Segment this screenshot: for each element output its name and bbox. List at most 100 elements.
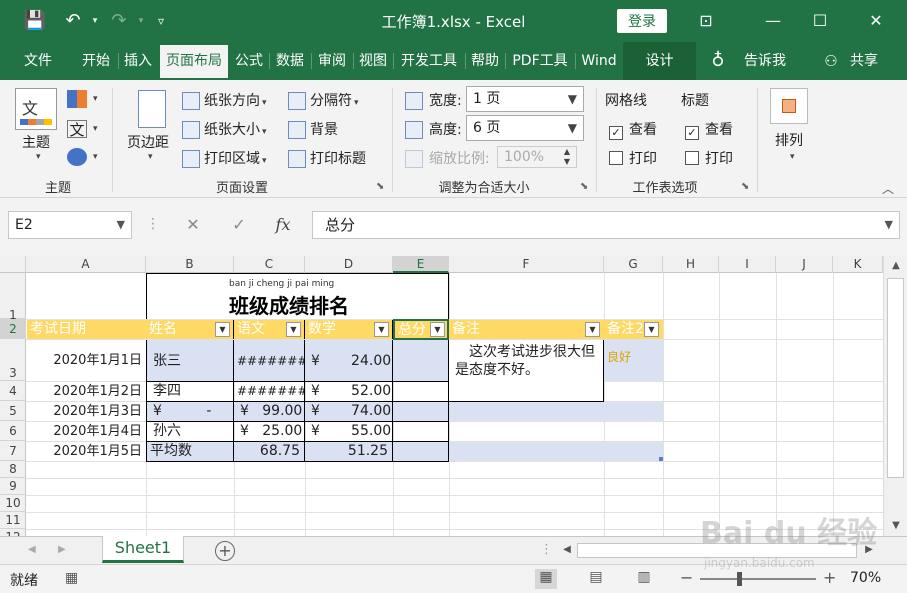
cell-g3[interactable]: 良好	[604, 340, 663, 381]
column-header-d[interactable]: D	[305, 256, 393, 273]
width-select[interactable]: 1 页 ▼	[466, 86, 584, 112]
vertical-scrollbar[interactable]: ▲ ▼	[883, 256, 907, 536]
cell-d3[interactable]: ¥ 24.00	[305, 340, 393, 382]
print-titles-button[interactable]: 打印标题	[288, 148, 366, 168]
tab-wind[interactable]: Wind	[576, 42, 622, 80]
table-resize-handle[interactable]	[659, 457, 663, 461]
column-header-g[interactable]: G	[604, 256, 663, 273]
column-header-k[interactable]: K	[833, 256, 883, 273]
gridlines-view-checkbox[interactable]: ✓ 查看	[609, 119, 657, 140]
tab-insert[interactable]: 插入	[119, 42, 157, 80]
cell-a3[interactable]: 2020年1月1日	[27, 340, 145, 381]
sheet-tab-sheet1[interactable]: Sheet1	[102, 536, 184, 563]
column-header-h[interactable]: H	[663, 256, 719, 273]
cell-a6[interactable]: 2020年1月4日	[27, 422, 145, 441]
tab-developer[interactable]: 开发工具	[394, 42, 464, 80]
cell-e3[interactable]	[393, 340, 449, 382]
cell-b7[interactable]: 平均数	[146, 442, 234, 462]
headings-view-checkbox[interactable]: ✓ 查看	[685, 119, 733, 140]
size-button[interactable]: 纸张大小 ▾	[182, 119, 267, 139]
cell-d6[interactable]: ¥ 55.00	[305, 422, 393, 442]
cell-a4[interactable]: 2020年1月2日	[27, 382, 145, 401]
enter-icon[interactable]: ✓	[224, 211, 254, 239]
horizontal-scroll-thumb[interactable]	[577, 543, 857, 558]
filter-dropdown-icon[interactable]: ▼	[215, 322, 230, 337]
cell-c5[interactable]: ¥ 99.00	[234, 402, 305, 422]
prev-sheet-icon[interactable]: ◀	[28, 544, 36, 555]
theme-effects-icon[interactable]	[67, 148, 87, 166]
scale-launcher-icon[interactable]: ⬊	[580, 181, 588, 192]
scroll-up-icon[interactable]: ▲	[886, 260, 906, 271]
column-header-i[interactable]: I	[719, 256, 776, 273]
height-select[interactable]: 6 页 ▼	[466, 115, 584, 141]
column-header-j[interactable]: J	[776, 256, 833, 273]
cell-d7[interactable]: 51.25	[305, 442, 393, 462]
scroll-left-icon[interactable]: ◀	[557, 544, 577, 555]
theme-fonts-dropdown-icon[interactable]: ▾	[93, 124, 98, 134]
headings-print-checkbox[interactable]: 打印	[685, 148, 733, 168]
gridlines-print-checkbox[interactable]: 打印	[609, 148, 657, 168]
tab-formulas[interactable]: 公式	[230, 42, 268, 80]
page-break-preview-icon[interactable]: ▥	[633, 569, 655, 589]
cell-a5[interactable]: 2020年1月3日	[27, 402, 145, 421]
cell-c4[interactable]: ########	[234, 382, 305, 402]
row-header-9[interactable]: 9	[0, 478, 26, 495]
cell-a7[interactable]: 2020年1月5日	[27, 442, 145, 461]
row-header-12[interactable]: 12	[0, 529, 26, 536]
zoom-level[interactable]: 70%	[850, 570, 881, 586]
insert-function-icon[interactable]: fx	[268, 211, 298, 239]
cell-d4[interactable]: ¥ 52.00	[305, 382, 393, 402]
themes-gallery-icon[interactable]: 文	[15, 88, 57, 130]
title-cell[interactable]: ban ji cheng ji pai ming 班级成绩排名	[146, 273, 449, 319]
cell-f7[interactable]	[449, 442, 663, 461]
scroll-right-icon[interactable]: ▶	[859, 544, 879, 555]
row-header-3[interactable]: 3	[0, 339, 26, 381]
tab-design[interactable]: 设计	[623, 42, 696, 80]
filter-dropdown-icon[interactable]: ▼	[644, 322, 659, 337]
tab-help[interactable]: 帮助	[466, 42, 504, 80]
worksheet-grid[interactable]: A B C D E F G H I J K 1 2 3 4 5 6 7 8 9 …	[0, 256, 907, 536]
cell-b3[interactable]: 张三	[146, 340, 234, 382]
theme-effects-dropdown-icon[interactable]: ▾	[93, 152, 98, 162]
column-header-c[interactable]: C	[234, 256, 305, 273]
cell-c6[interactable]: ¥ 25.00	[234, 422, 305, 442]
zoom-out-icon[interactable]: −	[680, 568, 693, 587]
background-button[interactable]: 背景	[288, 119, 338, 139]
tab-file[interactable]: 文件	[14, 42, 62, 80]
tab-view[interactable]: 视图	[354, 42, 392, 80]
cell-b5[interactable]: ¥ -	[146, 402, 234, 422]
zoom-slider[interactable]	[700, 572, 816, 586]
cell-b4[interactable]: 李四	[146, 382, 234, 402]
zoom-slider-knob[interactable]	[737, 572, 742, 586]
cell-g4[interactable]	[604, 382, 663, 401]
tell-me-search[interactable]: 告诉我	[736, 42, 794, 80]
page-layout-view-icon[interactable]: ▤	[585, 569, 607, 589]
minimize-button[interactable]: —	[753, 6, 793, 36]
column-header-b[interactable]: B	[146, 256, 234, 273]
themes-button[interactable]: 主题	[22, 132, 50, 152]
row-header-1[interactable]: 1	[0, 273, 26, 322]
tab-data[interactable]: 数据	[270, 42, 310, 80]
tab-home[interactable]: 开始	[74, 42, 118, 80]
arrange-icon[interactable]	[770, 88, 808, 124]
row-header-10[interactable]: 10	[0, 495, 26, 512]
tab-page-layout[interactable]: 页面布局	[160, 45, 228, 80]
row-header-2[interactable]: 2	[0, 319, 26, 339]
cell-f3[interactable]: 这次考试进步很大但是态度不好。	[449, 340, 604, 402]
ribbon-display-options-icon[interactable]: ⊡	[686, 6, 726, 36]
vertical-scroll-thumb[interactable]	[887, 278, 904, 478]
header-cell-remark[interactable]: 备注	[449, 320, 604, 339]
zoom-in-icon[interactable]: +	[823, 568, 836, 587]
row-header-5[interactable]: 5	[0, 401, 26, 421]
margins-button[interactable]: 页边距	[127, 132, 169, 152]
column-header-f[interactable]: F	[449, 256, 604, 273]
select-all-corner[interactable]	[0, 256, 26, 273]
cell-b6[interactable]: 孙六	[146, 422, 234, 442]
add-sheet-icon[interactable]: +	[215, 541, 235, 561]
filter-dropdown-icon[interactable]: ▼	[430, 322, 445, 337]
macro-record-icon[interactable]: ▦	[65, 570, 78, 586]
column-header-a[interactable]: A	[26, 256, 146, 273]
tab-split-handle[interactable]: ⋮	[540, 542, 553, 557]
next-sheet-icon[interactable]: ▶	[58, 544, 66, 555]
breaks-button[interactable]: 分隔符 ▾	[288, 90, 359, 110]
